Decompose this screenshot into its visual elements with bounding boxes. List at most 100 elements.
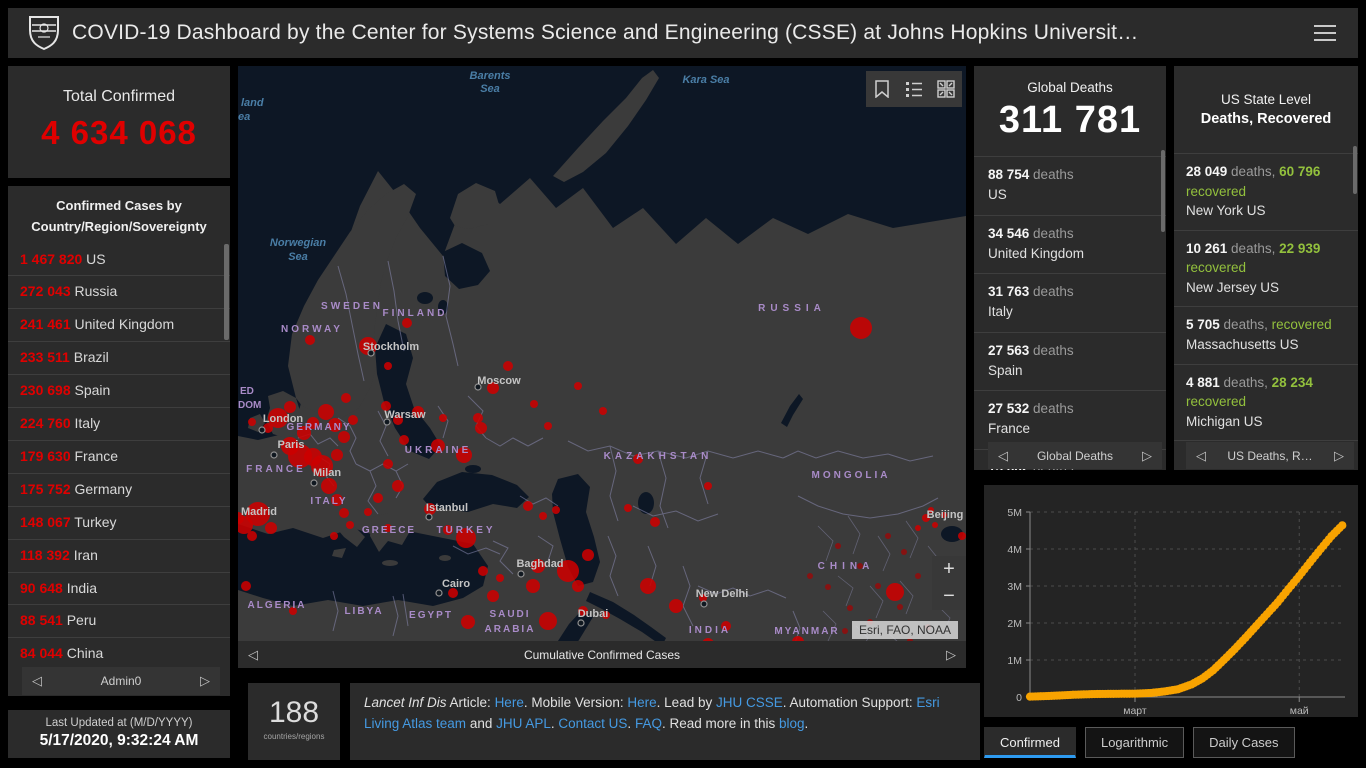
case-cluster-dot[interactable] <box>364 508 372 516</box>
zoom-in-button[interactable]: + <box>932 556 966 583</box>
link-here[interactable]: Here <box>495 695 524 710</box>
case-cluster-dot[interactable] <box>384 362 392 370</box>
case-cluster-dot[interactable] <box>473 413 483 423</box>
case-cluster-dot[interactable] <box>241 581 251 591</box>
case-cluster-dot[interactable] <box>331 449 343 461</box>
pager-next-icon[interactable]: ▷ <box>1132 448 1162 464</box>
country-list-scrollbar[interactable] <box>224 244 229 340</box>
chart-tab-logarithmic[interactable]: Logarithmic <box>1085 727 1184 758</box>
case-cluster-dot[interactable] <box>875 583 881 589</box>
case-cluster-dot[interactable] <box>373 493 383 503</box>
case-cluster-dot[interactable] <box>392 480 404 492</box>
case-cluster-dot[interactable] <box>478 566 488 576</box>
map-attribution[interactable]: Esri, FAO, NOAA <box>852 621 958 639</box>
pager-next-icon[interactable]: ▷ <box>1324 448 1354 464</box>
case-cluster-dot[interactable] <box>915 525 921 531</box>
case-cluster-dot[interactable] <box>539 612 557 630</box>
case-cluster-dot[interactable] <box>897 604 903 610</box>
case-cluster-dot[interactable] <box>539 512 547 520</box>
case-cluster-dot[interactable] <box>624 504 632 512</box>
case-cluster-dot[interactable] <box>526 579 540 593</box>
case-cluster-dot[interactable] <box>383 459 393 469</box>
link-contact-us[interactable]: Contact US <box>558 716 627 731</box>
country-row[interactable]: 118 392 Iran <box>8 539 230 572</box>
case-cluster-dot[interactable] <box>847 605 853 611</box>
global-deaths-scrollbar[interactable] <box>1161 150 1165 232</box>
case-cluster-dot[interactable] <box>572 580 584 592</box>
us-state-row[interactable]: 4 881 deaths, 28 234 recoveredMichigan U… <box>1174 364 1358 441</box>
case-cluster-dot[interactable] <box>439 414 447 422</box>
chart-tab-daily-cases[interactable]: Daily Cases <box>1193 727 1294 758</box>
country-row[interactable]: 230 698 Spain <box>8 374 230 407</box>
global-death-row[interactable]: 27 563 deathsSpain <box>974 332 1166 391</box>
case-cluster-dot[interactable] <box>574 382 582 390</box>
case-cluster-dot[interactable] <box>487 590 499 602</box>
case-cluster-dot[interactable] <box>341 393 351 403</box>
case-cluster-dot[interactable] <box>496 574 504 582</box>
case-cluster-dot[interactable] <box>475 422 487 434</box>
country-row[interactable]: 88 541 Peru <box>8 604 230 637</box>
country-row[interactable]: 179 630 France <box>8 440 230 473</box>
case-cluster-dot[interactable] <box>247 531 257 541</box>
case-cluster-dot[interactable] <box>807 573 813 579</box>
case-cluster-dot[interactable] <box>265 522 277 534</box>
case-cluster-dot[interactable] <box>305 335 315 345</box>
case-cluster-dot[interactable] <box>669 599 683 613</box>
case-cluster-dot[interactable] <box>958 532 966 540</box>
case-cluster-dot[interactable] <box>530 400 538 408</box>
case-cluster-dot[interactable] <box>248 418 256 426</box>
global-death-row[interactable]: 31 763 deathsItaly <box>974 273 1166 332</box>
link-jhu-apl[interactable]: JHU APL <box>496 716 551 731</box>
case-cluster-dot[interactable] <box>850 317 872 339</box>
country-row[interactable]: 272 043 Russia <box>8 275 230 308</box>
country-row[interactable]: 1 467 820 US <box>8 244 230 276</box>
case-cluster-dot[interactable] <box>915 573 921 579</box>
country-row[interactable]: 84 044 China <box>8 637 230 670</box>
bookmark-icon[interactable] <box>866 71 898 107</box>
case-cluster-dot[interactable] <box>330 532 338 540</box>
case-cluster-dot[interactable] <box>461 615 475 629</box>
link-faq[interactable]: FAQ <box>635 716 662 731</box>
case-cluster-dot[interactable] <box>402 318 412 328</box>
us-state-scrollbar[interactable] <box>1353 146 1357 194</box>
cumulative-cases-chart[interactable]: 01M2M3M4M5Mмартмай <box>984 485 1358 717</box>
chart-tab-confirmed[interactable]: Confirmed <box>984 727 1076 758</box>
case-cluster-dot[interactable] <box>835 543 841 549</box>
country-row[interactable]: 90 648 India <box>8 572 230 605</box>
case-cluster-dot[interactable] <box>318 404 334 420</box>
legend-list-icon[interactable] <box>898 71 930 107</box>
us-state-row[interactable]: 5 705 deaths, recoveredMassachusetts US <box>1174 306 1358 363</box>
link-here[interactable]: Here <box>627 695 656 710</box>
link-blog[interactable]: blog <box>779 716 805 731</box>
case-cluster-dot[interactable] <box>523 501 533 511</box>
case-cluster-dot[interactable] <box>842 628 848 634</box>
hamburger-menu-icon[interactable] <box>1310 16 1340 50</box>
country-row[interactable]: 233 511 Brazil <box>8 341 230 374</box>
country-row[interactable]: 148 067 Turkey <box>8 506 230 539</box>
global-death-row[interactable]: 88 754 deathsUS <box>974 156 1166 215</box>
country-row[interactable]: 224 760 Italy <box>8 407 230 440</box>
country-row[interactable]: 241 461 United Kingdom <box>8 308 230 341</box>
global-death-row[interactable]: 34 546 deathsUnited Kingdom <box>974 215 1166 274</box>
world-map[interactable]: BarentsSeaKara SealandeaNorwegianSeaNORW… <box>238 66 966 668</box>
us-state-row[interactable]: 28 049 deaths, 60 796 recoveredNew York … <box>1174 153 1358 230</box>
case-cluster-dot[interactable] <box>284 401 296 413</box>
basemap-grid-icon[interactable] <box>930 71 962 107</box>
case-cluster-dot[interactable] <box>399 435 409 445</box>
pager-prev-icon[interactable]: ◁ <box>22 673 52 689</box>
case-cluster-dot[interactable] <box>339 508 349 518</box>
map-panel[interactable]: BarentsSeaKara SealandeaNorwegianSeaNORW… <box>238 66 966 668</box>
link-jhu-csse[interactable]: JHU CSSE <box>716 695 783 710</box>
case-cluster-dot[interactable] <box>825 584 831 590</box>
case-cluster-dot[interactable] <box>886 583 904 601</box>
case-cluster-dot[interactable] <box>885 533 891 539</box>
global-death-row[interactable]: 27 532 deathsFrance <box>974 390 1166 449</box>
case-cluster-dot[interactable] <box>704 482 712 490</box>
case-cluster-dot[interactable] <box>503 361 513 371</box>
case-cluster-dot[interactable] <box>544 422 552 430</box>
case-cluster-dot[interactable] <box>599 407 607 415</box>
pager-next-icon[interactable]: ▷ <box>190 673 220 689</box>
pager-prev-icon[interactable]: ◁ <box>238 647 268 663</box>
case-cluster-dot[interactable] <box>582 549 594 561</box>
case-cluster-dot[interactable] <box>650 517 660 527</box>
